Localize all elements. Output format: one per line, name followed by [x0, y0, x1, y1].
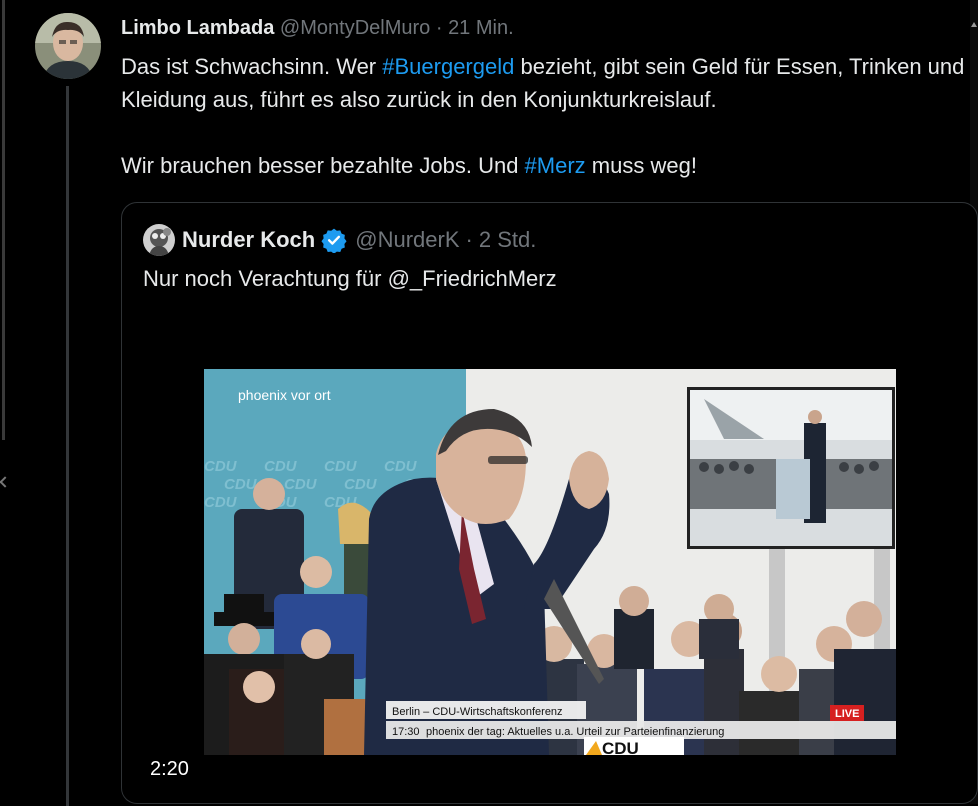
- quote-tweet-card[interactable]: Nurder Koch @NurderK · 2 Std. Nur noch V…: [121, 202, 978, 804]
- lower-third-time: 17:30: [392, 726, 420, 738]
- lower-third-text: phoenix der tag: Aktuelles u.a. Urteil z…: [426, 726, 724, 738]
- quote-avatar[interactable]: [143, 224, 175, 256]
- video-duration: 2:20: [148, 756, 191, 782]
- scrollbar-track[interactable]: [2, 0, 5, 440]
- text-segment: Das ist Schwachsinn. Wer: [121, 54, 383, 79]
- left-edge: [0, 0, 11, 804]
- backdrop-text: CDU: [284, 476, 318, 493]
- timestamp[interactable]: 21 Min.: [448, 17, 514, 39]
- podium-text: CDU: [602, 739, 639, 755]
- channel-logo: phoenix vor ort: [238, 387, 331, 403]
- text-segment: Wir brauchen besser bezahlte Jobs. Und: [121, 153, 525, 178]
- quote-text: Nur noch Verachtung für @_FriedrichMerz: [143, 266, 557, 291]
- tweet-text: Das ist Schwachsinn. Wer #Buergergeld be…: [121, 50, 971, 182]
- backdrop-text: CDU: [324, 458, 358, 475]
- scroll-up-arrow-icon[interactable]: [971, 22, 977, 27]
- display-name[interactable]: Limbo Lambada: [121, 17, 274, 39]
- tweet-paragraph-1: Das ist Schwachsinn. Wer #Buergergeld be…: [121, 50, 971, 116]
- quote-timestamp[interactable]: 2 Std.: [479, 225, 536, 255]
- backdrop-text: CDU: [384, 458, 418, 475]
- live-badge: LIVE: [835, 708, 859, 720]
- text-segment: muss weg!: [585, 153, 697, 178]
- video-player[interactable]: CDU CDU CDU CDU CDU CDU CDU CDU CDU CDU …: [204, 369, 896, 755]
- avatar[interactable]: [35, 13, 101, 79]
- verified-badge-icon: [321, 227, 347, 254]
- quote-handle[interactable]: @NurderK: [355, 225, 459, 255]
- lower-third-title: Berlin – CDU-Wirtschaftskonferenz: [392, 706, 563, 718]
- hashtag-link[interactable]: #Buergergeld: [382, 54, 514, 79]
- chevron-left-icon: [0, 476, 11, 488]
- thread-line: [66, 86, 69, 806]
- backdrop-text: CDU: [344, 476, 378, 493]
- quote-display-name[interactable]: Nurder Koch: [182, 225, 315, 255]
- backdrop-text: CDU: [264, 458, 298, 475]
- backdrop-text: CDU: [224, 476, 258, 493]
- separator: ·: [465, 227, 473, 252]
- tweet-paragraph-2: Wir brauchen besser bezahlte Jobs. Und #…: [121, 149, 971, 182]
- backdrop-text: CDU: [204, 458, 238, 475]
- quote-header: Nurder Koch @NurderK · 2 Std.: [182, 225, 536, 255]
- handle[interactable]: @MontyDelMuro: [280, 17, 430, 39]
- backdrop-text: CDU: [204, 494, 238, 511]
- tweet-header: Limbo Lambada @MontyDelMuro · 21 Min.: [121, 15, 514, 41]
- hashtag-link[interactable]: #Merz: [525, 153, 586, 178]
- separator: ·: [435, 17, 443, 39]
